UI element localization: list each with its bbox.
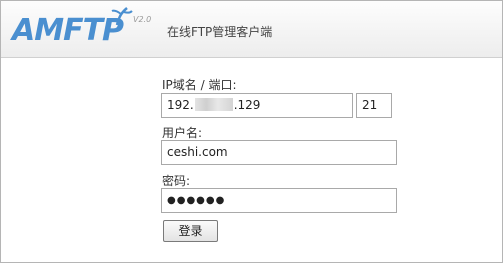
logo-leaf-icon [111,7,133,25]
password-label: 密码: [162,174,191,188]
host-input[interactable]: 192. .129 [161,93,353,118]
username-input[interactable]: ceshi.com [161,140,397,165]
host-redaction [194,98,233,111]
logo: AMFTP [12,13,124,48]
app-subtitle: 在线FTP管理客户端 [167,25,273,39]
password-input[interactable]: ●●●●●● [161,188,397,213]
header: AMFTP V2.0 在线FTP管理客户端 [1,1,502,58]
version-label: V2.0 [133,15,152,24]
host-value-suffix: .129 [233,98,261,112]
port-input[interactable]: 21 [356,93,392,118]
host-label: IP域名 / 端口: [162,78,237,92]
host-value-prefix: 192. [167,98,194,112]
username-label: 用户名: [162,126,203,140]
login-button[interactable]: 登录 [163,220,218,242]
app-window: AMFTP V2.0 在线FTP管理客户端 IP域名 / 端口: 192. .12… [0,0,503,263]
